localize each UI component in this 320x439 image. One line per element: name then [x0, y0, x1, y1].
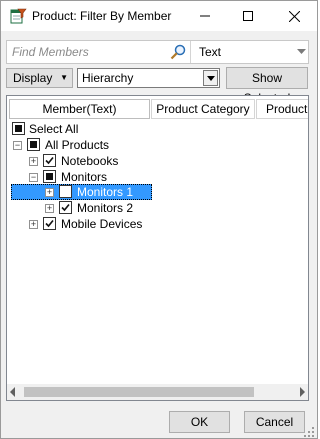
- tree-row-label: Select All: [29, 122, 79, 136]
- filter-dialog: Product: Filter By Member Text Display ▼…: [0, 0, 318, 439]
- display-label: Display: [13, 71, 53, 85]
- tree-checkbox[interactable]: [59, 201, 72, 214]
- tree-checkbox[interactable]: [27, 138, 40, 151]
- scroll-left-icon[interactable]: [10, 387, 16, 397]
- minimize-button[interactable]: [182, 1, 228, 31]
- tree-row-label: All Products: [45, 138, 110, 152]
- search-icon[interactable]: [170, 44, 186, 60]
- expand-icon[interactable]: +: [45, 188, 54, 197]
- triangle-down-icon: ▼: [60, 73, 68, 82]
- tree-row-label: Monitors 1: [77, 185, 134, 199]
- close-icon: [288, 10, 300, 22]
- tree-row-monitors-2[interactable]: + Monitors 2: [7, 200, 308, 216]
- title-bar[interactable]: Product: Filter By Member: [1, 1, 317, 31]
- tree-row-all-products[interactable]: − All Products: [7, 137, 308, 153]
- tree-row-mobile-devices[interactable]: + Mobile Devices: [7, 216, 308, 232]
- search-bar: Text: [6, 40, 309, 64]
- search-input[interactable]: [7, 41, 190, 63]
- show-selected-button[interactable]: Show Selected: [226, 67, 308, 105]
- ok-button[interactable]: OK: [169, 411, 230, 433]
- minimize-icon: [200, 15, 210, 17]
- hierarchy-value: Hierarchy: [82, 71, 134, 85]
- checkmark-icon: [45, 219, 54, 228]
- tree-row-monitors-1[interactable]: + Monitors 1: [7, 184, 308, 200]
- maximize-icon: [243, 11, 253, 21]
- excel-filter-icon: [10, 8, 27, 25]
- chevron-down-icon: [206, 75, 215, 81]
- expand-icon[interactable]: +: [29, 220, 38, 229]
- scrollbar-thumb[interactable]: [24, 387, 254, 397]
- tree-row-label: Monitors: [61, 170, 108, 184]
- window-title: Product: Filter By Member: [32, 9, 172, 23]
- checkmark-icon: [45, 156, 54, 165]
- column-header-member[interactable]: Member(Text): [9, 99, 150, 119]
- search-divider: [190, 41, 191, 63]
- tree-row-select-all[interactable]: Select All: [7, 121, 308, 137]
- hierarchy-dropdown-button[interactable]: [203, 70, 218, 86]
- cancel-button[interactable]: Cancel: [244, 411, 305, 433]
- column-header-product-c[interactable]: Product C: [256, 99, 308, 119]
- collapse-icon[interactable]: −: [29, 173, 38, 182]
- member-tree[interactable]: Member(Text) Product Category Product C …: [6, 95, 309, 401]
- resize-grip-icon[interactable]: [304, 427, 314, 437]
- tree-row-notebooks[interactable]: + Notebooks: [7, 153, 308, 169]
- horizontal-scrollbar[interactable]: [7, 384, 308, 400]
- expand-icon[interactable]: +: [45, 204, 54, 213]
- display-dropdown-button[interactable]: Display ▼: [6, 68, 73, 88]
- tree-row-label: Notebooks: [61, 154, 119, 168]
- tree-row-label: Mobile Devices: [61, 217, 143, 231]
- checkmark-icon: [61, 203, 70, 212]
- tree-checkbox[interactable]: [43, 217, 56, 230]
- tree-checkbox[interactable]: [43, 170, 56, 183]
- close-button[interactable]: [271, 1, 317, 31]
- hierarchy-select[interactable]: Hierarchy: [77, 68, 220, 88]
- tree-row-monitors[interactable]: − Monitors: [7, 169, 308, 185]
- collapse-icon[interactable]: −: [13, 141, 22, 150]
- tree-checkbox[interactable]: [59, 185, 72, 198]
- tree-row-label: Monitors 2: [77, 201, 134, 215]
- chevron-down-icon: [296, 49, 306, 54]
- scroll-right-icon[interactable]: [299, 387, 305, 397]
- tree-checkbox[interactable]: [43, 154, 56, 167]
- tree-checkbox[interactable]: [12, 122, 25, 135]
- expand-icon[interactable]: +: [29, 157, 38, 166]
- maximize-button[interactable]: [225, 1, 271, 31]
- search-type-value[interactable]: Text: [199, 45, 221, 59]
- search-type-dropdown[interactable]: [294, 42, 308, 62]
- column-header-product-category[interactable]: Product Category: [151, 99, 255, 119]
